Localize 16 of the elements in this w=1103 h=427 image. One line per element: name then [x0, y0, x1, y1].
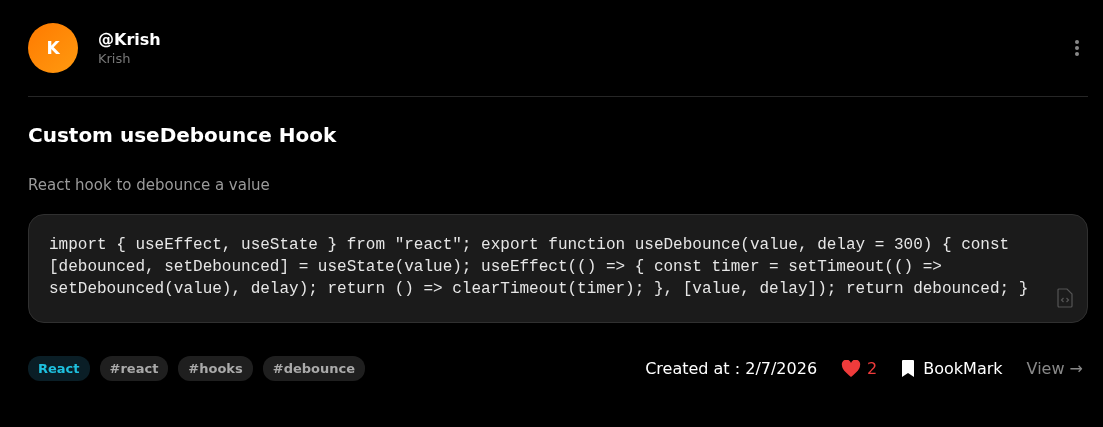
tag[interactable]: React — [28, 356, 90, 381]
post-title: Custom useDebounce Hook — [28, 123, 338, 147]
post-description: React hook to debounce a value — [28, 176, 271, 194]
avatar: K — [28, 23, 78, 73]
user-name: Krish — [98, 51, 132, 66]
bookmark-button[interactable]: BookMark — [901, 359, 1003, 378]
bookmark-icon — [901, 359, 916, 378]
tag[interactable]: #hooks — [178, 356, 253, 381]
tag[interactable]: #react — [99, 356, 169, 381]
user-handle: @Krish — [98, 30, 162, 49]
like-button[interactable]: 2 — [841, 359, 878, 378]
view-link[interactable]: View → — [1026, 359, 1083, 378]
created-date: Created at : 2/7/2026 — [645, 359, 818, 378]
code-text: import { useEffect, useState } from "react"; export function useDebounce(value, delay = 300) { const [debounced, setDebounced] = useState(value); useEffect(() => { const timer = setTimeout(() => setDebounced(value), delay); return () => clearTimeout(timer); }, [value, delay]); return debounced; } — [49, 235, 1030, 300]
more-icon[interactable] — [1074, 39, 1080, 57]
tag[interactable]: #debounce — [262, 356, 366, 381]
